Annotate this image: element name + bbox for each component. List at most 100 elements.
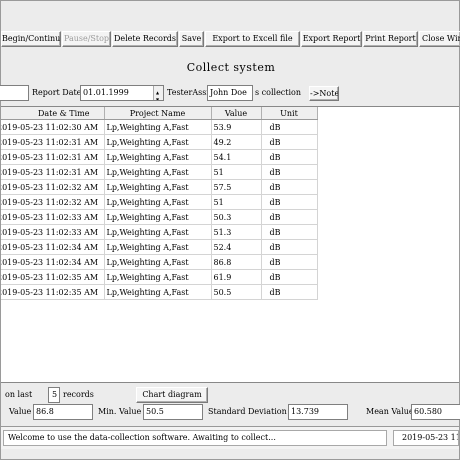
cell-datetime: 2019-05-23 11:02:31 AM [1,164,105,180]
cell-datetime: 2019-05-23 11:02:30 AM [1,119,105,135]
cell-value: 50.5 [211,284,262,300]
collection-label: s collection [255,88,302,97]
on-last-label: on last [5,390,33,399]
table-row[interactable]: 2019-05-23 11:02:35 AM Lp,Weighting A,Fas… [1,269,318,285]
cell-value: 51.3 [211,224,262,240]
date-spinner-icon[interactable] [153,86,163,100]
cell-unit: dB [261,209,318,225]
table-row[interactable]: 2019-05-23 11:02:35 AM Lp,Weighting A,Fas… [1,284,318,300]
cell-project: Lp,Weighting A,Fast [104,164,212,180]
collection-name-field[interactable] [0,85,29,101]
cell-value: 49.2 [211,134,262,150]
cell-project: Lp,Weighting A,Fast [104,119,212,135]
table-row[interactable]: 2019-05-23 11:02:32 AM Lp,Weighting A,Fas… [1,179,318,195]
report-date-picker[interactable]: 01.01.1999 [80,85,164,101]
last-records-count-input[interactable]: 5 [48,387,60,403]
save-button[interactable]: Save [179,31,204,47]
close-window-button[interactable]: Close Win... [419,31,460,47]
cell-project: Lp,Weighting A,Fast [104,284,212,300]
note-button[interactable]: ->Note [309,86,339,101]
table-row[interactable]: 2019-05-23 11:02:33 AM Lp,Weighting A,Fas… [1,224,318,240]
max-value-field: 86.8 [33,404,93,420]
cell-value: 50.3 [211,209,262,225]
cell-unit: dB [261,134,318,150]
status-message: Welcome to use the data-collection softw… [3,430,387,446]
column-header-value[interactable]: Value [211,107,262,120]
cell-datetime: 2019-05-23 11:02:32 AM [1,194,105,210]
cell-value: 53.9 [211,119,262,135]
table-row[interactable]: 2019-05-23 11:02:30 AM Lp,Weighting A,Fas… [1,119,318,135]
print-report-button[interactable]: Print Report [363,31,418,47]
data-grid[interactable]: Date & Time Project Name Value Unit 2019… [1,106,459,383]
cell-unit: dB [261,149,318,165]
cell-value: 54.1 [211,149,262,165]
chart-diagram-button[interactable]: Chart diagram [136,387,208,403]
table-row[interactable]: 2019-05-23 11:02:31 AM Lp,Weighting A,Fas… [1,164,318,180]
table-row[interactable]: 2019-05-23 11:02:31 AM Lp,Weighting A,Fas… [1,134,318,150]
cell-project: Lp,Weighting A,Fast [104,224,212,240]
tester-label: TesterAssi [167,88,209,97]
cell-datetime: 2019-05-23 11:02:35 AM [1,269,105,285]
cell-value: 86.8 [211,254,262,270]
cell-datetime: 2019-05-23 11:02:31 AM [1,134,105,150]
cell-unit: dB [261,239,318,255]
cell-datetime: 2019-05-23 11:02:31 AM [1,149,105,165]
column-header-datetime[interactable]: Date & Time [1,107,105,120]
table-row[interactable]: 2019-05-23 11:02:34 AM Lp,Weighting A,Fas… [1,239,318,255]
cell-project: Lp,Weighting A,Fast [104,269,212,285]
cell-value: 57.5 [211,179,262,195]
table-row[interactable]: 2019-05-23 11:02:34 AM Lp,Weighting A,Fas… [1,254,318,270]
cell-project: Lp,Weighting A,Fast [104,134,212,150]
table-row[interactable]: 2019-05-23 11:02:31 AM Lp,Weighting A,Fas… [1,149,318,165]
mean-value-label: Mean Value [366,407,414,416]
page-title: Collect system [186,61,276,74]
cell-unit: dB [261,224,318,240]
cell-datetime: 2019-05-23 11:02:35 AM [1,284,105,300]
mean-value-field: 60.580 [411,404,460,420]
report-date-label: Report Date [32,88,82,97]
cell-value: 51 [211,194,262,210]
cell-value: 51 [211,164,262,180]
records-table: Date & Time Project Name Value Unit 2019… [1,107,318,300]
cell-datetime: 2019-05-23 11:02:33 AM [1,209,105,225]
report-date-value: 01.01.1999 [83,88,129,97]
cell-unit: dB [261,269,318,285]
app-window: Begin/Continue Pause/Stop Delete Records… [0,0,460,460]
cell-project: Lp,Weighting A,Fast [104,179,212,195]
cell-unit: dB [261,254,318,270]
cell-project: Lp,Weighting A,Fast [104,239,212,255]
cell-unit: dB [261,284,318,300]
cell-value: 52.4 [211,239,262,255]
cell-project: Lp,Weighting A,Fast [104,194,212,210]
cell-unit: dB [261,119,318,135]
cell-datetime: 2019-05-23 11:02:34 AM [1,254,105,270]
cell-unit: dB [261,164,318,180]
export-excel-button[interactable]: Export to Excell file [205,31,300,47]
column-header-unit[interactable]: Unit [261,107,318,120]
std-deviation-label: Standard Deviation [208,407,287,416]
table-body: 2019-05-23 11:02:30 AM Lp,Weighting A,Fas… [1,119,318,300]
cell-value: 61.9 [211,269,262,285]
status-bar: Welcome to use the data-collection softw… [1,426,459,449]
std-deviation-field: 13.739 [288,404,348,420]
cell-datetime: 2019-05-23 11:02:34 AM [1,239,105,255]
table-header-row: Date & Time Project Name Value Unit [1,107,318,120]
pause-stop-button[interactable]: Pause/Stop [62,31,111,47]
cell-project: Lp,Weighting A,Fast [104,149,212,165]
cell-datetime: 2019-05-23 11:02:33 AM [1,224,105,240]
tester-input[interactable]: John Doe [207,85,253,101]
status-time: 2019-05-23 11 [393,430,459,446]
table-row[interactable]: 2019-05-23 11:02:32 AM Lp,Weighting A,Fas… [1,194,318,210]
export-report-button[interactable]: Export Report [301,31,362,47]
min-value-label: Min. Value [98,407,142,416]
cell-project: Lp,Weighting A,Fast [104,209,212,225]
column-header-project[interactable]: Project Name [104,107,212,120]
min-value-field: 50.5 [143,404,203,420]
begin-continue-button[interactable]: Begin/Continue [1,31,61,47]
cell-unit: dB [261,179,318,195]
max-value-label: Value [9,407,32,416]
cell-datetime: 2019-05-23 11:02:32 AM [1,179,105,195]
records-label: records [63,390,94,399]
delete-records-button[interactable]: Delete Records [112,31,178,47]
table-row[interactable]: 2019-05-23 11:02:33 AM Lp,Weighting A,Fas… [1,209,318,225]
